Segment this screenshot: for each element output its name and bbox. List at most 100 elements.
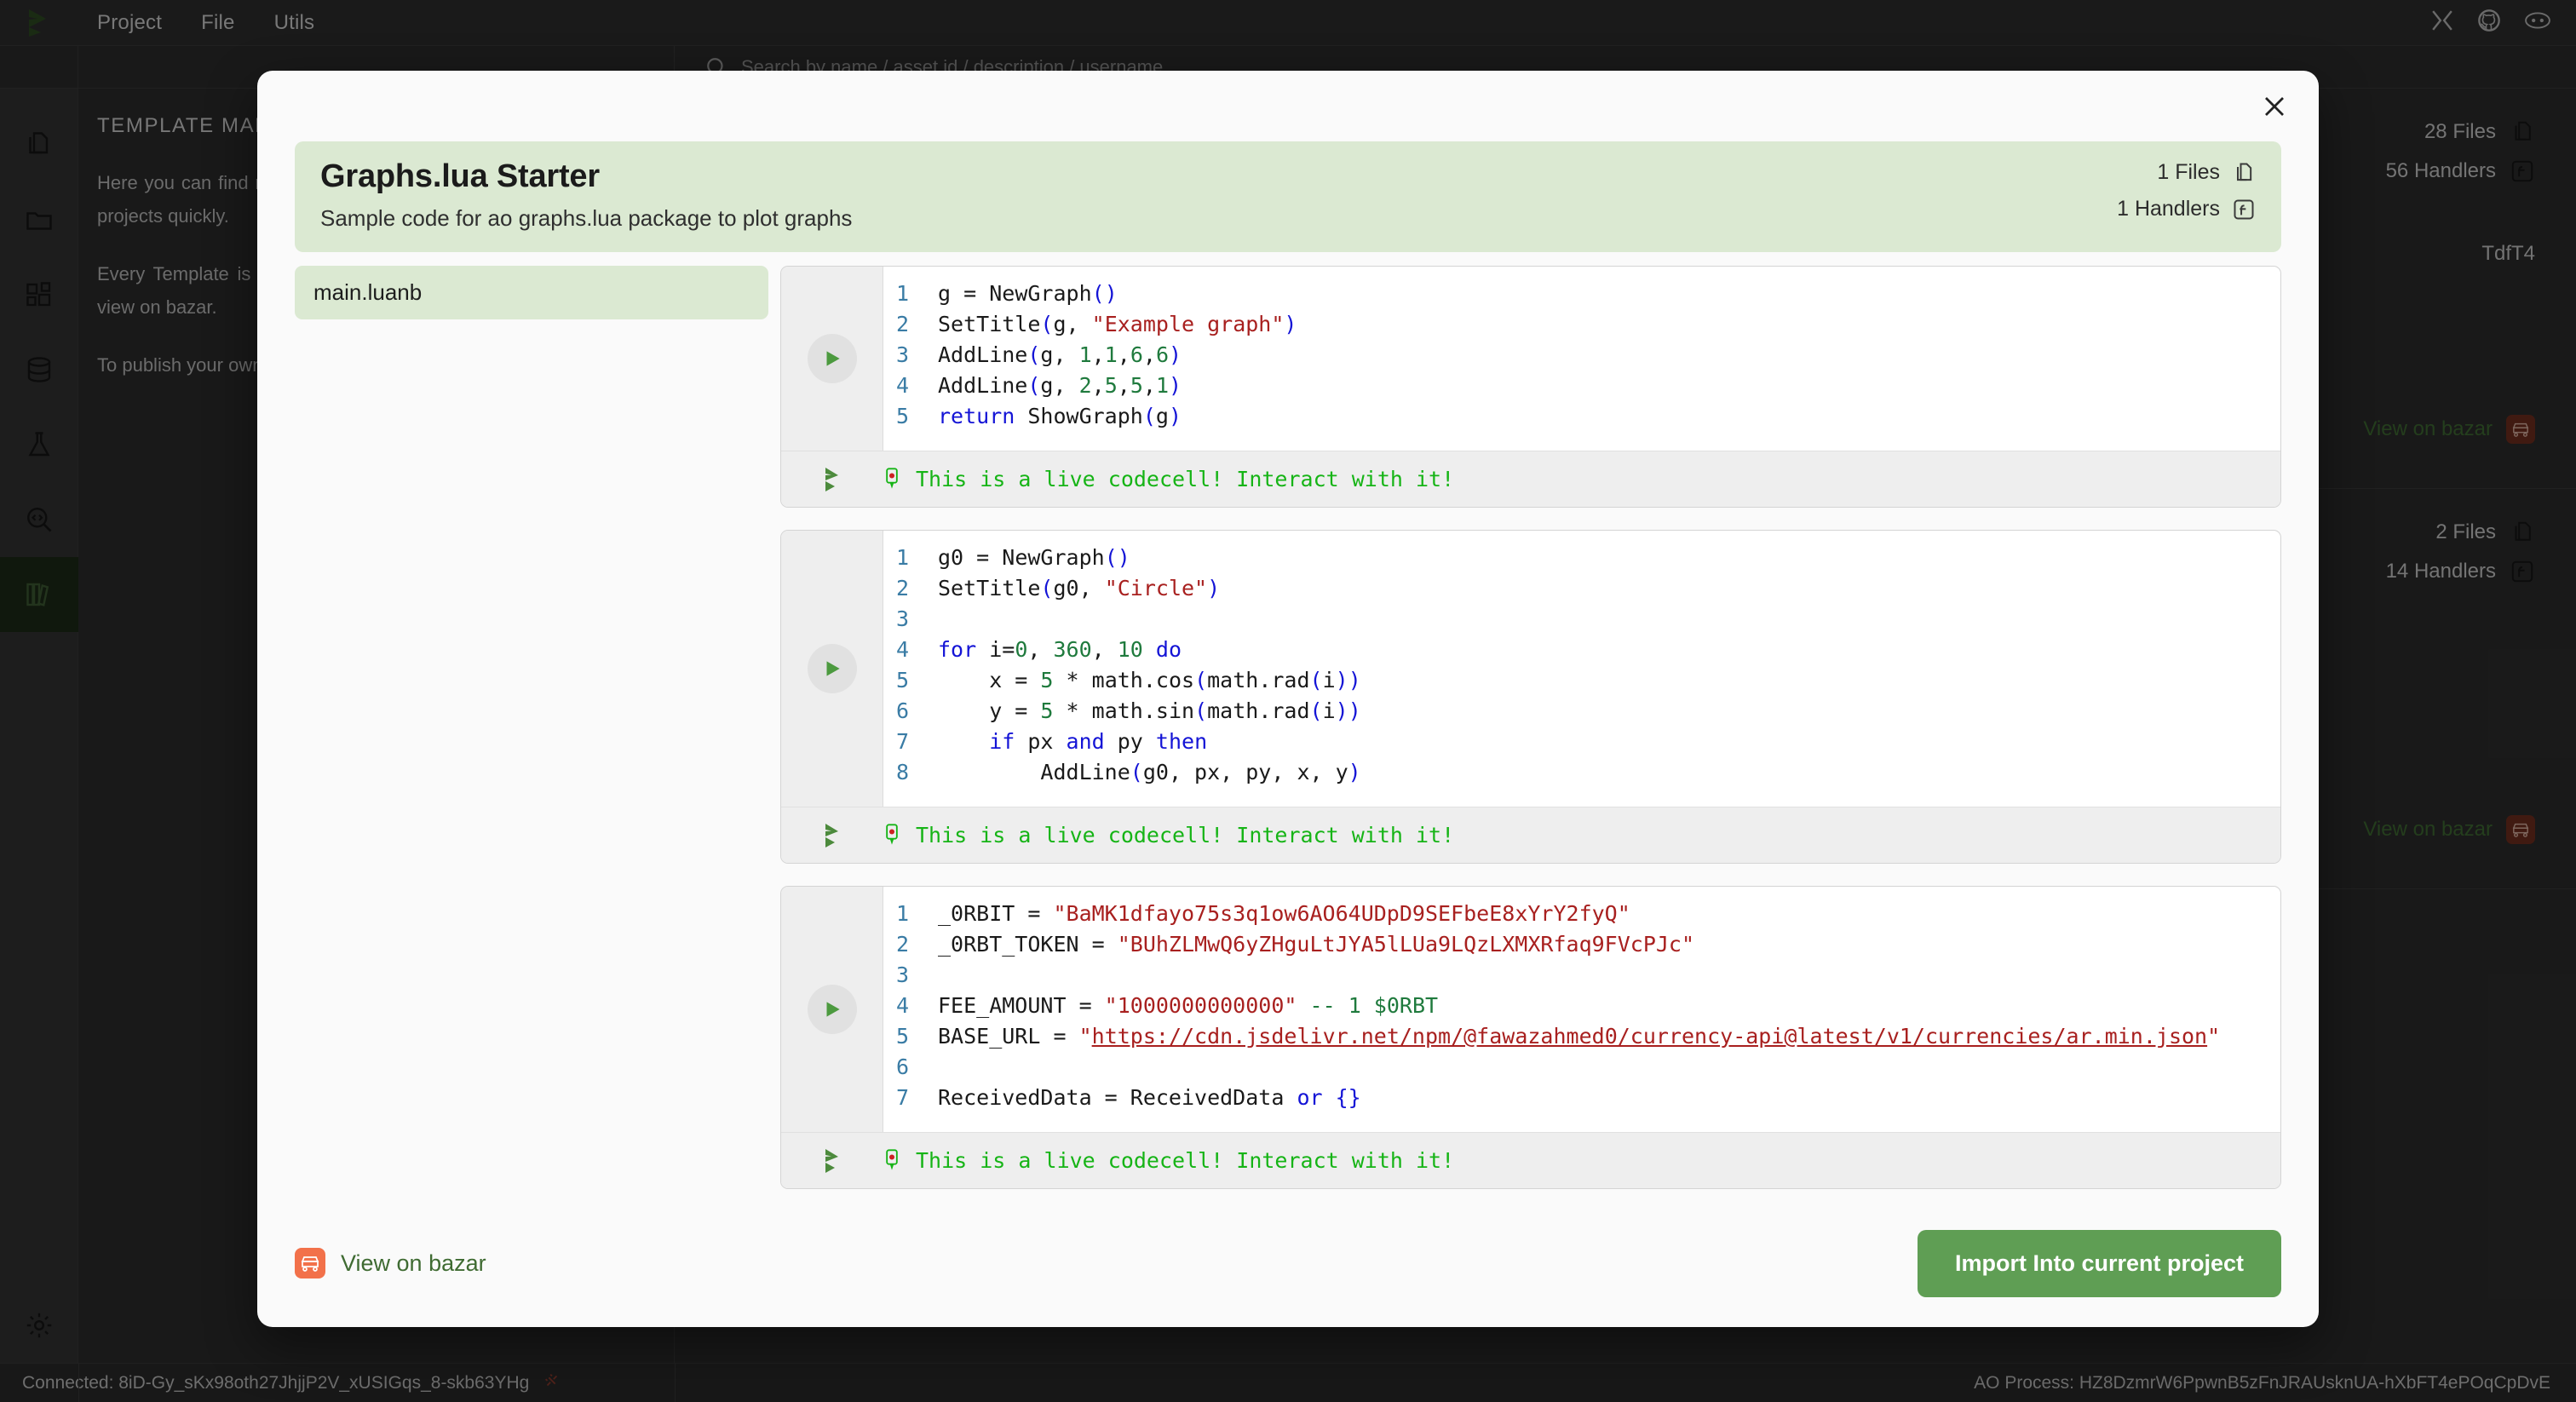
line-number: 7 (895, 1085, 909, 1110)
line-number: 6 (895, 698, 909, 723)
code-line-content: if px and py then (989, 729, 1208, 754)
code-line: 1 g = NewGraph() (883, 279, 2280, 309)
line-number: 1 (895, 281, 909, 306)
live-codecell-message: This is a live codecell! Interact with i… (883, 467, 1454, 492)
code-cell-body: 1 g0 = NewGraph() 2 SetTitle(g0, "Circle") 3… (781, 531, 2280, 807)
marker-icon (883, 467, 902, 492)
code-line: 5 return ShowGraph(g) (883, 401, 2280, 432)
line-number: 1 (895, 545, 909, 570)
code-cell[interactable]: 1 g = NewGraph() 2 SetTitle(g, "Example gra… (780, 266, 2281, 508)
close-icon[interactable] (2257, 89, 2291, 124)
modal-subtitle: Sample code for ao graphs.lua package to… (320, 205, 853, 231)
code-line-content: AddLine(g, 2,5,5,1) (938, 373, 1182, 398)
code-line-content: g = NewGraph() (938, 281, 1118, 306)
run-cell-button[interactable] (807, 644, 857, 693)
code-line: 3 (883, 960, 2280, 991)
code-line: 3 AddLine(g, 1,1,6,6) (883, 340, 2280, 371)
output-prompt-icon (781, 823, 883, 848)
code-line-content: SetTitle(g, "Example graph") (938, 312, 1297, 336)
line-number: 7 (895, 729, 909, 754)
code-line-content: AddLine(g, 1,1,6,6) (938, 342, 1182, 367)
line-number: 3 (895, 962, 909, 987)
marker-icon (883, 823, 902, 848)
code-cell-output: This is a live codecell! Interact with i… (781, 1132, 2280, 1188)
code-line: 3 (883, 604, 2280, 635)
line-number: 2 (895, 312, 909, 336)
code-line: 4 FEE_AMOUNT = "1000000000000" -- 1 $0RBT (883, 991, 2280, 1021)
code-line-content: SetTitle(g0, "Circle") (938, 576, 1221, 600)
code-line: 4 AddLine(g, 2,5,5,1) (883, 371, 2280, 401)
marker-icon (883, 1148, 902, 1174)
line-number: 3 (895, 606, 909, 631)
line-number: 4 (895, 993, 909, 1018)
line-number: 4 (895, 637, 909, 662)
code-line: 7 if px and py then (883, 727, 2280, 757)
function-icon (2234, 199, 2254, 219)
line-number: 6 (895, 1054, 909, 1079)
code-line: 1 g0 = NewGraph() (883, 543, 2280, 573)
code-line-content (938, 1052, 951, 1083)
code-cell-gutter (781, 267, 883, 451)
line-number: 5 (895, 668, 909, 692)
code-line: 6 y = 5 * math.sin(math.rad(i)) (883, 696, 2280, 727)
code-line-content: ReceivedData = ReceivedData or {} (938, 1085, 1361, 1110)
view-on-bazar-label: View on bazar (341, 1250, 486, 1276)
line-number: 4 (895, 373, 909, 398)
run-cell-button[interactable] (807, 985, 857, 1034)
code-line: 1 _0RBIT = "BaMK1dfayo75s3q1ow6AO64UDpD9S… (883, 899, 2280, 929)
modal-handlers-count: 1 Handlers (2117, 197, 2220, 221)
code-line-content: AddLine(g0, px, py, x, y) (938, 760, 1361, 784)
file-item-main-luanb[interactable]: main.luanb (295, 266, 768, 319)
code-line-content: FEE_AMOUNT = "1000000000000" -- 1 $0RBT (938, 993, 1439, 1018)
output-prompt-icon (781, 467, 883, 492)
file-list: main.luanb (257, 266, 768, 1199)
modal-footer: View on bazar Import Into current projec… (257, 1199, 2319, 1327)
code-cell-output: This is a live codecell! Interact with i… (781, 807, 2280, 863)
code-line-content (938, 960, 951, 991)
line-number: 3 (895, 342, 909, 367)
code-editor[interactable]: 1 _0RBIT = "BaMK1dfayo75s3q1ow6AO64UDpD9S… (883, 887, 2280, 1132)
code-cell[interactable]: 1 _0RBIT = "BaMK1dfayo75s3q1ow6AO64UDpD9S… (780, 886, 2281, 1189)
code-cell-body: 1 _0RBIT = "BaMK1dfayo75s3q1ow6AO64UDpD9S… (781, 887, 2280, 1132)
line-number: 2 (895, 576, 909, 600)
code-line-content: _0RBT_TOKEN = "BUhZLMwQ6yZHguLtJYA5lLUa9… (938, 932, 1695, 957)
code-line-content: for i=0, 360, 10 do (938, 637, 1182, 662)
line-number: 2 (895, 932, 909, 957)
code-editor[interactable]: 1 g0 = NewGraph() 2 SetTitle(g0, "Circle") 3… (883, 531, 2280, 807)
code-line-content: g0 = NewGraph() (938, 545, 1130, 570)
modal-body: main.luanb 1 g = NewGraph() 2 SetTitle(g, "… (257, 252, 2319, 1199)
code-line: 4 for i=0, 360, 10 do (883, 635, 2280, 665)
code-cell-output: This is a live codecell! Interact with i… (781, 451, 2280, 507)
code-line-content: x = 5 * math.cos(math.rad(i)) (938, 668, 1361, 692)
bazar-icon (295, 1248, 325, 1278)
code-line: 2 SetTitle(g0, "Circle") (883, 573, 2280, 604)
run-cell-button[interactable] (807, 334, 857, 383)
code-line: 2 _0RBT_TOKEN = "BUhZLMwQ6yZHguLtJYA5lLUa… (883, 929, 2280, 960)
live-codecell-text: This is a live codecell! Interact with i… (916, 1148, 1455, 1173)
import-into-current-project-button[interactable]: Import Into current project (1917, 1229, 2281, 1297)
line-number: 5 (895, 404, 909, 428)
code-cell-list: 1 g = NewGraph() 2 SetTitle(g, "Example gra… (780, 266, 2281, 1199)
code-line: 5 BASE_URL = "https://cdn.jsdelivr.net/np… (883, 1021, 2280, 1052)
code-line-content: BASE_URL = "https://cdn.jsdelivr.net/npm… (938, 1024, 2221, 1049)
files-icon (2237, 163, 2252, 181)
code-cell-body: 1 g = NewGraph() 2 SetTitle(g, "Example gra… (781, 267, 2280, 451)
line-number: 5 (895, 1024, 909, 1049)
output-prompt-icon (781, 1148, 883, 1174)
code-cell-gutter (781, 531, 883, 807)
live-codecell-message: This is a live codecell! Interact with i… (883, 1148, 1454, 1174)
modal-header: Graphs.lua Starter Sample code for ao gr… (295, 141, 2281, 252)
code-cell[interactable]: 1 g0 = NewGraph() 2 SetTitle(g0, "Circle") 3… (780, 530, 2281, 864)
code-line-content: y = 5 * math.sin(math.rad(i)) (938, 698, 1361, 723)
code-cell-gutter (781, 887, 883, 1132)
modal-meta: 1 Files 1 Handlers (2117, 160, 2256, 233)
view-on-bazar-link[interactable]: View on bazar (295, 1248, 486, 1278)
template-detail-modal: Graphs.lua Starter Sample code for ao gr… (257, 71, 2319, 1327)
code-line-content (938, 604, 951, 635)
line-number: 8 (895, 760, 909, 784)
code-line: 7 ReceivedData = ReceivedData or {} (883, 1083, 2280, 1113)
code-line: 2 SetTitle(g, "Example graph") (883, 309, 2280, 340)
modal-title: Graphs.lua Starter (320, 158, 600, 194)
live-codecell-text: This is a live codecell! Interact with i… (916, 823, 1455, 848)
code-editor[interactable]: 1 g = NewGraph() 2 SetTitle(g, "Example gra… (883, 267, 2280, 451)
